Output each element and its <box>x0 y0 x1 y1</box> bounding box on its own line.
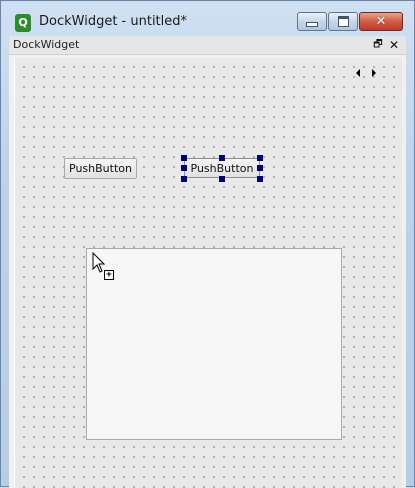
selection-handle-bottom-right[interactable] <box>257 176 263 182</box>
qt-designer-icon: Q <box>15 14 31 32</box>
selection-handle-top[interactable] <box>219 155 225 161</box>
selection-handle-right[interactable] <box>257 165 263 171</box>
dock-widget-content: PushButton PushButton + <box>14 58 402 488</box>
window-titlebar[interactable]: Q DockWidget - untitled* ✕ <box>1 1 414 35</box>
maximize-icon <box>337 16 349 27</box>
dock-widget-titlebar[interactable]: DockWidget 🗗 ✕ <box>9 36 406 55</box>
scroll-right-arrow-icon[interactable] <box>372 69 376 77</box>
caption-buttons: ✕ <box>296 12 403 31</box>
selection-handle-bottom[interactable] <box>219 176 225 182</box>
designer-window: Q DockWidget - untitled* ✕ DockWidget 🗗 … <box>0 0 415 488</box>
push-button-1[interactable]: PushButton <box>64 158 137 179</box>
selection-handle-top-left[interactable] <box>181 155 187 161</box>
minimize-button[interactable] <box>297 12 327 31</box>
list-widget[interactable] <box>86 248 342 440</box>
selection-handle-left[interactable] <box>181 165 187 171</box>
dock-close-icon[interactable]: ✕ <box>388 38 400 52</box>
push-button-2-selected[interactable]: PushButton <box>184 158 260 178</box>
dock-widget-title: DockWidget <box>13 38 80 51</box>
window-title: DockWidget - untitled* <box>39 14 188 29</box>
form-canvas[interactable]: PushButton PushButton + <box>14 58 402 488</box>
scroll-left-arrow-icon[interactable] <box>356 69 360 77</box>
drag-copy-plus-icon: + <box>104 270 114 280</box>
close-button[interactable]: ✕ <box>359 12 403 31</box>
maximize-button[interactable] <box>328 12 358 31</box>
minimize-icon <box>306 22 318 27</box>
selection-handle-bottom-left[interactable] <box>181 176 187 182</box>
window-client-area: DockWidget 🗗 ✕ PushButton PushButton + <box>9 36 406 488</box>
dock-float-icon[interactable]: 🗗 <box>372 39 384 51</box>
close-icon: ✕ <box>375 14 387 29</box>
selection-handle-top-right[interactable] <box>257 155 263 161</box>
